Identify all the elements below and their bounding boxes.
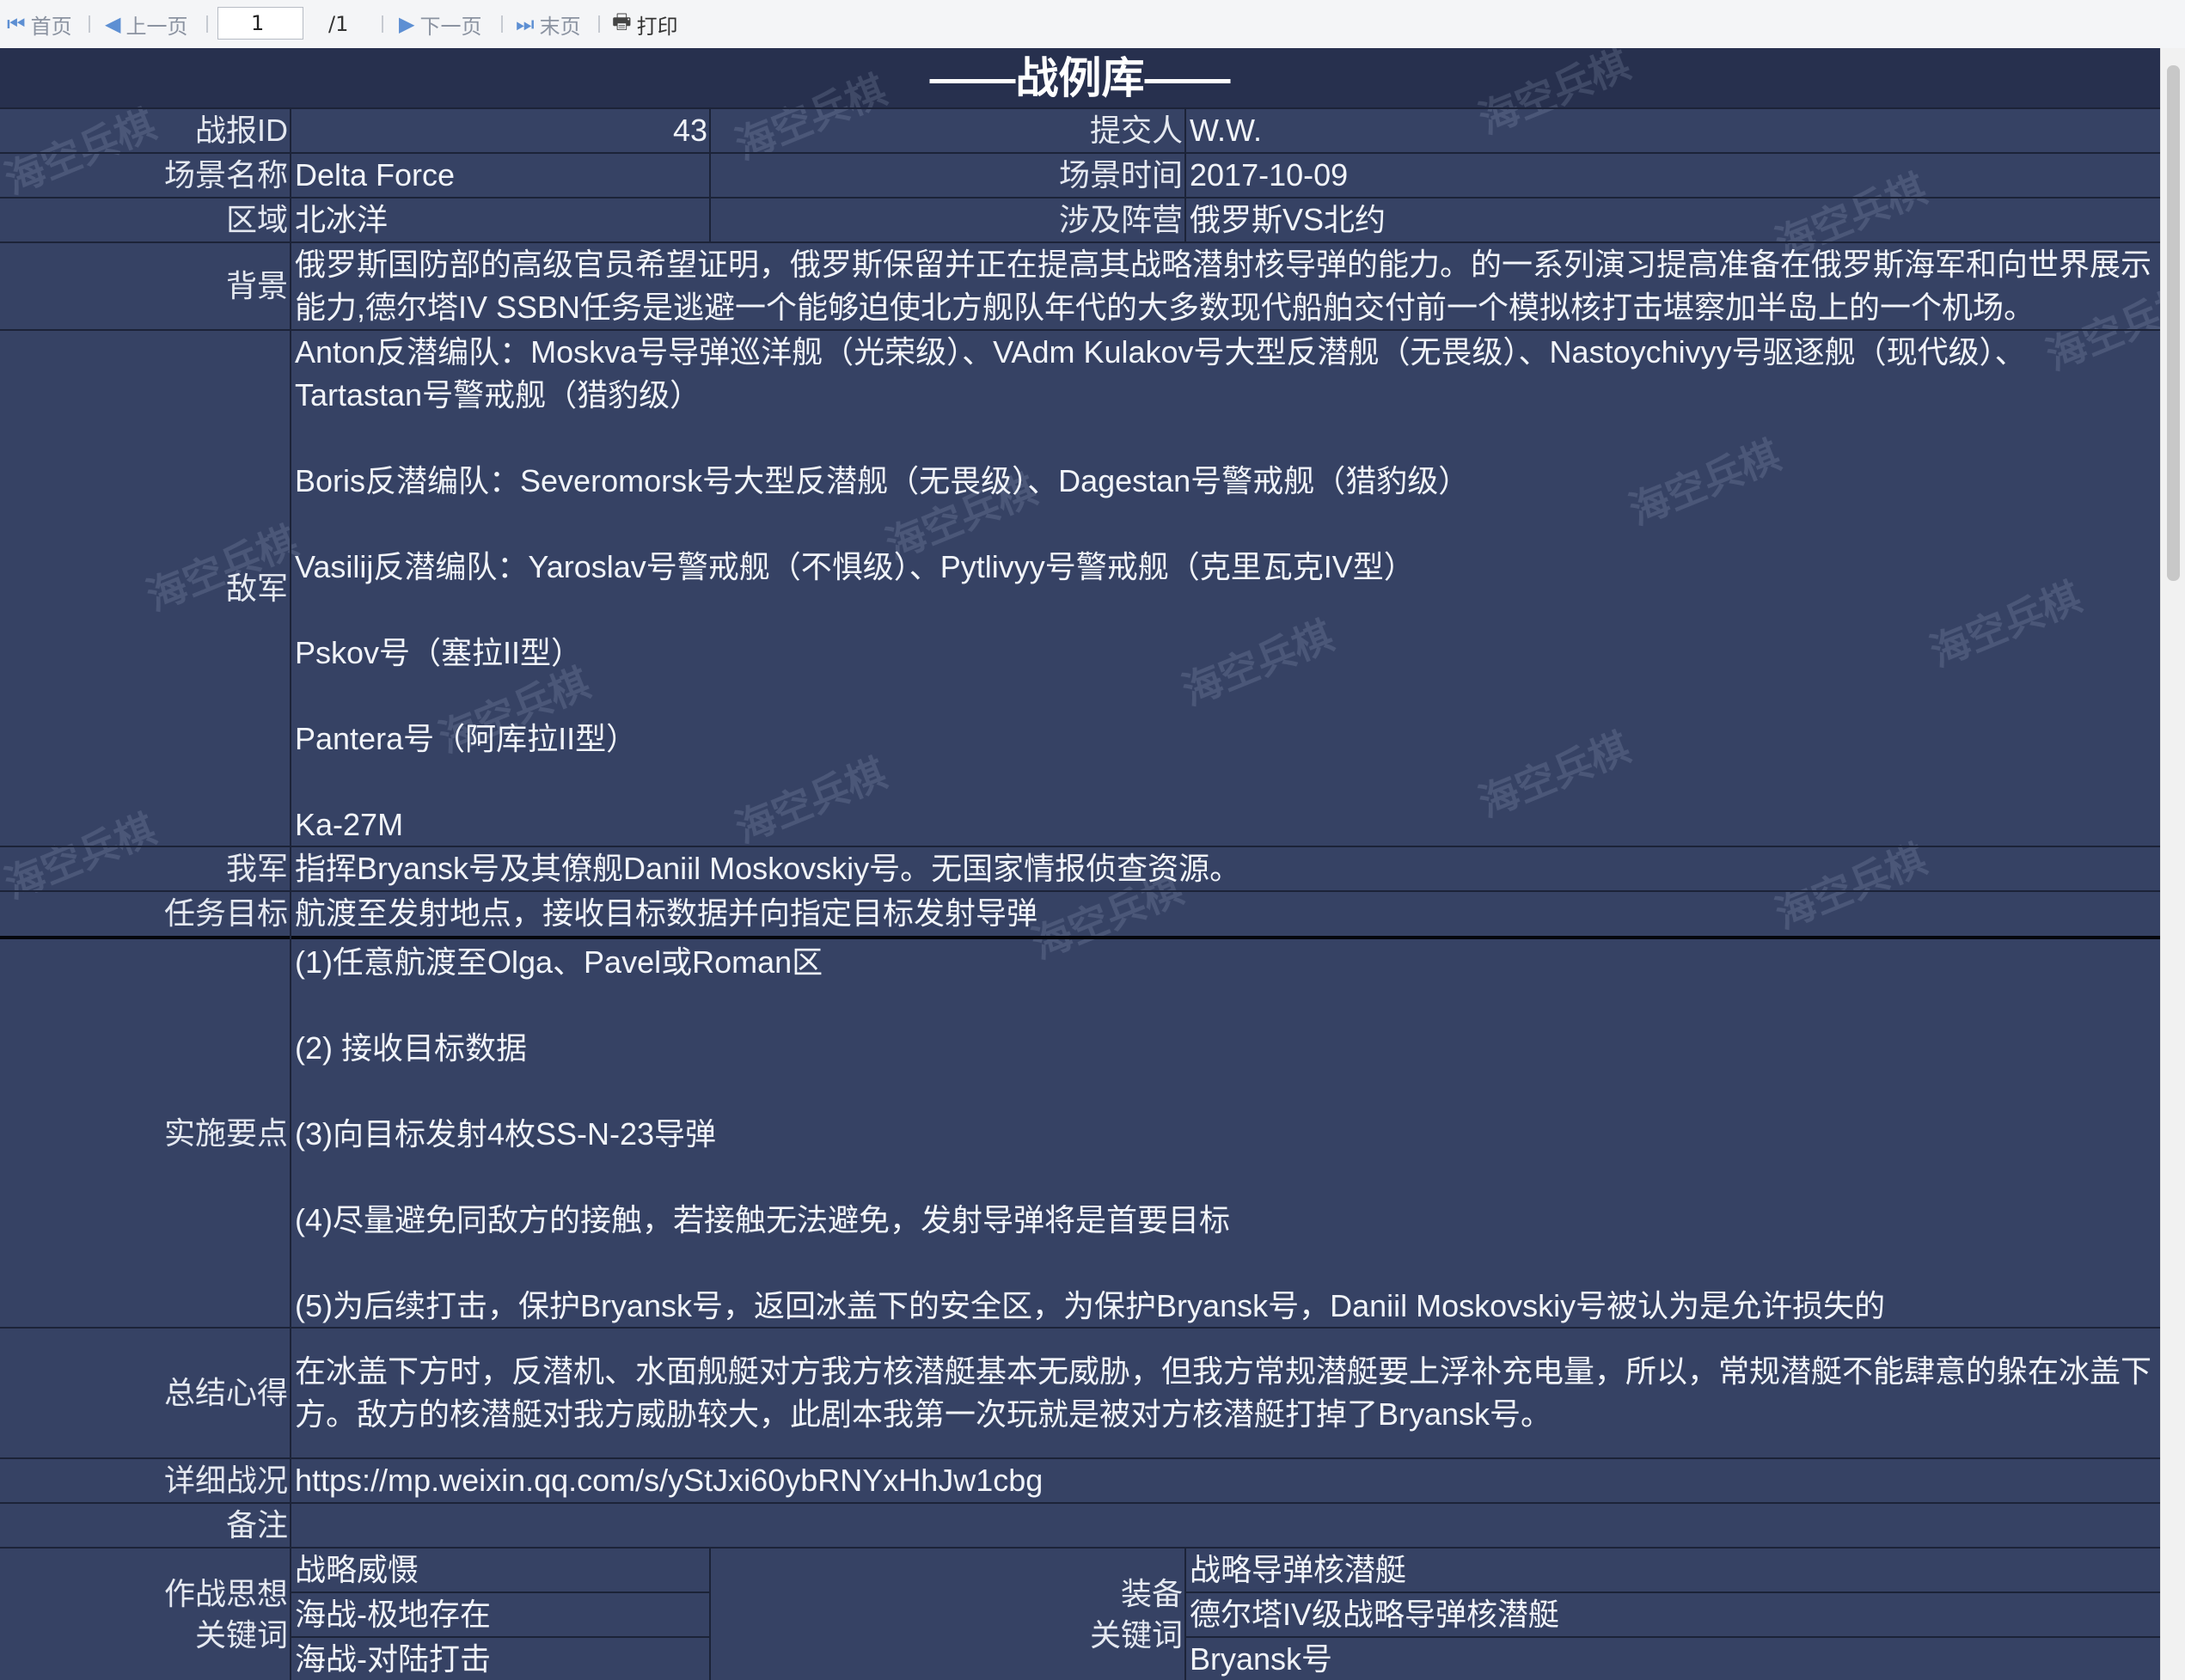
toolbar-divider (89, 15, 90, 33)
section-divider (0, 936, 2160, 939)
next-page-button[interactable]: ▶ 下一页 (399, 0, 481, 48)
label-doctrine-keywords: 作战思想 关键词 (0, 1549, 288, 1680)
skip-to-first-icon: ⏮ (7, 12, 26, 36)
key-point-line: (4)尽量避免同敌方的接触，若接触无法避免，发射导弹将是首要目标 (295, 1202, 1230, 1237)
enemy-line: Pskov号（塞拉II型） (295, 635, 583, 670)
label-submitter: 提交人 (1089, 113, 1183, 148)
value-key-points: (1)任意航渡至Olga、Pavel或Roman区 (2) 接收目标数据 (3)… (295, 941, 2151, 1328)
enemy-line: Boris反潜编队：Severomorsk号大型反潜舰（无畏级）、Dagesta… (295, 463, 1470, 498)
label-scene-name: 场景名称 (163, 157, 288, 192)
triangle-right-icon: ▶ (399, 12, 415, 36)
value-submitter: W.W. (1190, 113, 1262, 148)
printer-icon: 🖶 (612, 9, 632, 34)
value-report-id: 43 (672, 113, 707, 148)
label-enemy: 敌军 (225, 570, 288, 606)
prev-page-label: 上一页 (125, 14, 188, 39)
next-page-label: 下一页 (419, 14, 482, 39)
enemy-line (295, 589, 2083, 632)
enemy-line (295, 417, 2083, 460)
label-equipment-line: 关键词 (1089, 1616, 1183, 1653)
toolbar-divider (206, 15, 208, 33)
label-camps: 涉及阵营 (1058, 202, 1183, 237)
grid-line (1184, 1547, 1186, 1680)
value-camps: 俄罗斯VS北约 (1190, 202, 1386, 237)
key-point-line: (1)任意航渡至Olga、Pavel或Roman区 (295, 944, 823, 980)
doctrine-keyword: 海战-对陆打击 (295, 1641, 491, 1677)
doctrine-keyword: 战略威慑 (295, 1552, 419, 1587)
print-button[interactable]: 🖶 打印 (612, 0, 678, 48)
label-report-id: 战报ID (194, 113, 288, 148)
key-point-line (295, 1242, 2151, 1285)
enemy-line (295, 503, 2083, 546)
first-page-button[interactable]: ⏮ 首页 (7, 0, 72, 48)
value-enemy: Anton反潜编队：Moskva号导弹巡洋舰（光荣级）、VAdm Kulakov… (295, 331, 2083, 846)
print-label: 打印 (636, 14, 678, 39)
key-point-line: (3)向目标发射4枚SS-N-23导弹 (295, 1116, 717, 1152)
report-toolbar: ⏮ 首页 ◀ 上一页 /1 ▶ 下一页 ⏭ 末页 🖶 打印 (0, 0, 2185, 49)
value-friendly: 指挥Bryansk号及其僚舰Daniil Moskovskiy号。无国家情报侦查… (295, 851, 1241, 886)
key-point-line (295, 984, 2151, 1027)
enemy-line: Ka-27M (295, 807, 404, 842)
enemy-line: Anton反潜编队：Moskva号导弹巡洋舰（光荣级）、VAdm Kulakov… (295, 334, 2026, 412)
value-detail-link[interactable]: https://mp.weixin.qq.com/s/yStJxi60ybRNY… (295, 1459, 2151, 1502)
scrollbar-thumb[interactable] (2167, 65, 2180, 581)
equipment-keyword: 战略导弹核潜艇 (1190, 1552, 1407, 1587)
skip-to-last-icon: ⏭ (516, 12, 535, 36)
label-background: 背景 (225, 268, 288, 303)
grid-line (709, 1547, 711, 1680)
toolbar-divider (501, 15, 503, 33)
label-equipment-keywords: 装备 关键词 (713, 1549, 1183, 1680)
grid-line (709, 107, 711, 241)
prev-page-button[interactable]: ◀ 上一页 (105, 0, 187, 48)
label-region: 区域 (225, 202, 288, 237)
label-doctrine-line: 关键词 (194, 1616, 288, 1653)
grid-line (290, 107, 291, 1680)
value-scene-time: 2017-10-09 (1190, 157, 1349, 192)
enemy-line (295, 761, 2083, 803)
key-point-line: (5)为后续打击，保护Bryansk号，返回冰盖下的安全区，为保护Bryansk… (295, 1288, 1886, 1323)
label-detail: 详细战况 (163, 1463, 288, 1498)
toolbar-divider (382, 15, 383, 33)
label-doctrine-line: 作战思想 (163, 1575, 288, 1611)
label-summary: 总结心得 (163, 1375, 288, 1410)
key-point-line: (2) 接收目标数据 (295, 1030, 528, 1066)
label-equipment-line: 装备 (1120, 1575, 1183, 1611)
page-number-input[interactable] (217, 7, 303, 40)
enemy-line (295, 675, 2083, 718)
equipment-keyword: Bryansk号 (1190, 1641, 1333, 1677)
label-key-points: 实施要点 (163, 1115, 288, 1151)
key-point-line (295, 1070, 2151, 1113)
value-summary: 在冰盖下方时，反潜机、水面舰艇对方我方核潜艇基本无威胁，但我方常规潜艇要上浮补充… (295, 1353, 2152, 1432)
page-total: /1 (328, 12, 349, 36)
value-region: 北冰洋 (295, 202, 389, 237)
label-friendly: 我军 (225, 851, 288, 886)
toolbar-divider (598, 15, 600, 33)
triangle-left-icon: ◀ (105, 12, 121, 36)
last-page-label: 末页 (539, 14, 581, 39)
label-scene-time: 场景时间 (1058, 157, 1183, 192)
enemy-line: Vasilij反潜编队：Yaroslav号警戒舰（不惧级）、Pytlivyy号警… (295, 549, 1415, 584)
value-remarks (295, 1504, 2151, 1547)
label-objective: 任务目标 (163, 895, 288, 931)
grid-line (1184, 107, 1186, 241)
report-sheet: ——战例库—— 海空兵棋 海空兵棋 海空兵棋 海空兵棋 海空兵棋 海空兵棋 海空… (0, 48, 2160, 1680)
value-scene-name: Delta Force (295, 157, 456, 192)
value-objective: 航渡至发射地点，接收目标数据并向指定目标发射导弹 (295, 895, 1038, 931)
enemy-line: Pantera号（阿库拉II型） (295, 721, 638, 756)
key-point-line (295, 1156, 2151, 1199)
doctrine-keyword: 海战-极地存在 (295, 1597, 491, 1632)
first-page-label: 首页 (30, 14, 72, 39)
report-title: ——战例库—— (929, 54, 1231, 102)
value-background: 俄罗斯国防部的高级官员希望证明，俄罗斯保留并正在提高其战略潜射核导弹的能力。的一… (295, 247, 2152, 325)
label-remarks: 备注 (225, 1507, 288, 1543)
last-page-button[interactable]: ⏭ 末页 (516, 0, 581, 48)
equipment-keyword: 德尔塔IV级战略导弹核潜艇 (1190, 1597, 1560, 1632)
vertical-scrollbar[interactable] (2160, 48, 2185, 1680)
